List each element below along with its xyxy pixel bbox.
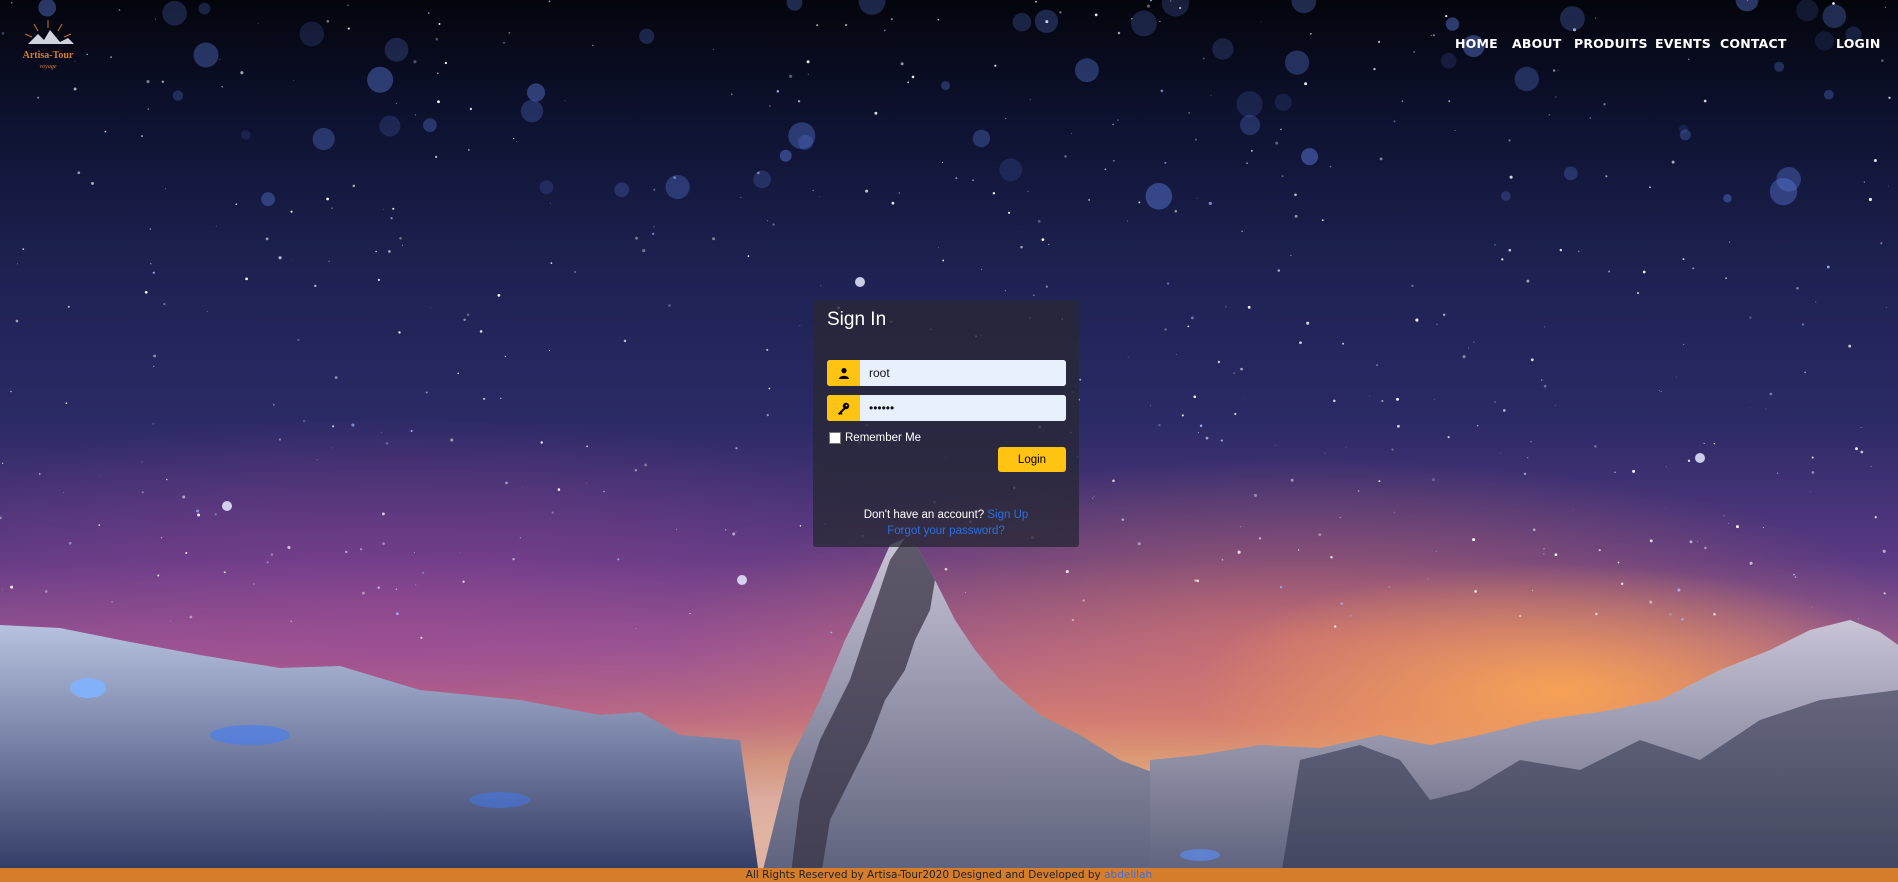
forgot-password-link[interactable]: Forgot your password? — [887, 525, 1005, 537]
nav-login[interactable]: LOGIN — [1836, 36, 1881, 51]
remember-label: Remember Me — [845, 432, 922, 444]
signup-link[interactable]: Sign Up — [987, 509, 1028, 521]
password-input[interactable] — [860, 395, 1066, 421]
signin-title: Sign In — [827, 309, 887, 330]
footer: All Rights Reserved by Artisa-Tour2020 D… — [0, 868, 1898, 882]
nav-contact[interactable]: CONTACT — [1720, 36, 1787, 51]
footer-author-link[interactable]: abdelilah — [1104, 869, 1152, 881]
key-icon — [827, 395, 860, 421]
svg-text:voyage: voyage — [40, 64, 57, 70]
footer-text: All Rights Reserved by Artisa-Tour2020 D… — [745, 869, 1101, 881]
login-button[interactable]: Login — [998, 447, 1066, 472]
password-field — [827, 395, 1066, 421]
username-input[interactable] — [860, 360, 1066, 386]
main-nav: HOME ABOUT PRODUITS EVENTS CONTACT LOGIN — [0, 36, 1898, 56]
user-icon — [827, 360, 860, 386]
remember-me[interactable]: Remember Me — [829, 431, 921, 445]
remember-checkbox[interactable] — [829, 432, 841, 444]
nav-produits[interactable]: PRODUITS — [1574, 36, 1648, 51]
nav-about[interactable]: ABOUT — [1512, 36, 1562, 51]
no-account-text: Don't have an account? — [863, 509, 985, 521]
username-field — [827, 360, 1066, 386]
nav-events[interactable]: EVENTS — [1655, 36, 1711, 51]
signin-card: Sign In Remember Me Login Don't have an … — [813, 300, 1079, 547]
nav-home[interactable]: HOME — [1455, 36, 1498, 51]
signin-links: Don't have an account? Sign Up Forgot yo… — [813, 507, 1079, 539]
